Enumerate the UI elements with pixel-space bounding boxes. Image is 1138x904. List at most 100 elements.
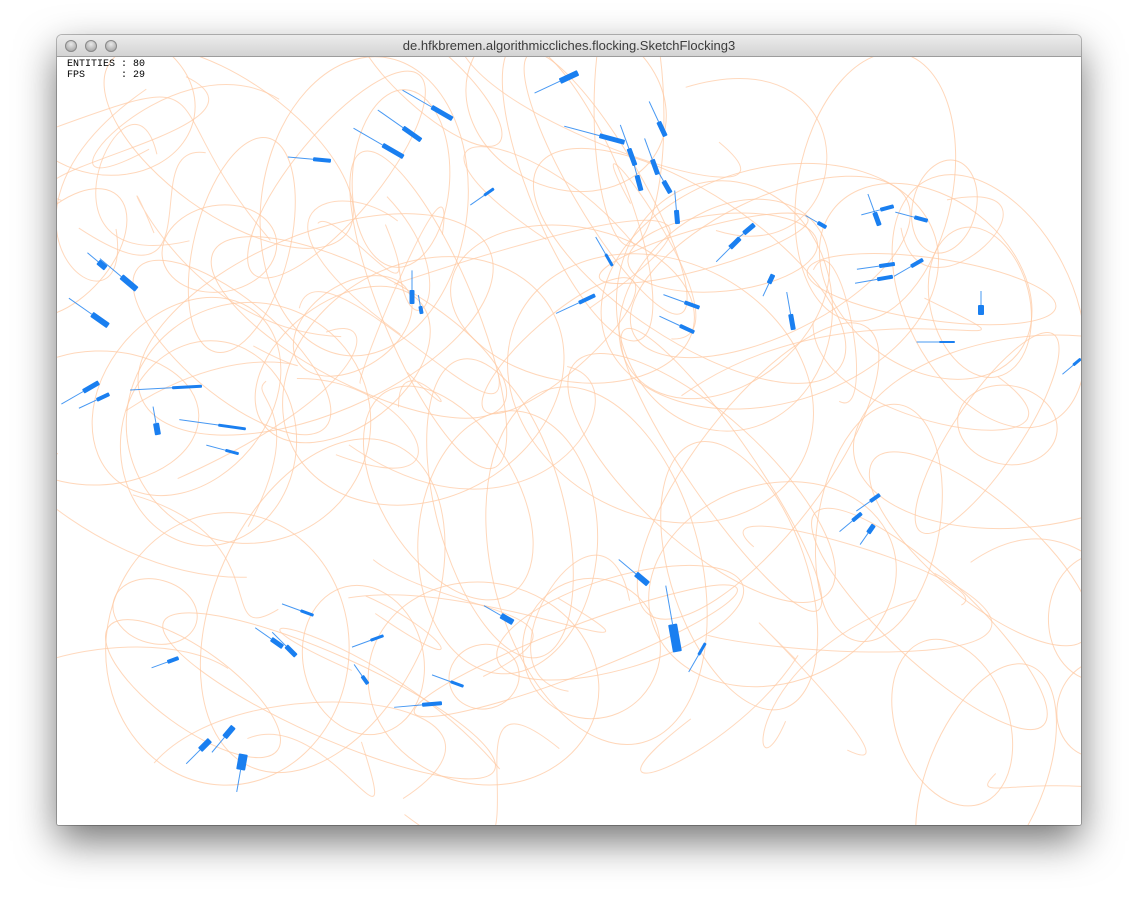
stats-overlay: ENTITIES : 80 FPS : 29 (67, 59, 146, 81)
trail-path (136, 195, 342, 338)
trail-loop (162, 612, 496, 780)
trail-path (57, 96, 271, 241)
boid (151, 656, 180, 669)
boid (206, 444, 239, 456)
trail-path (125, 345, 298, 412)
trail-loop (636, 322, 880, 620)
boid (856, 262, 896, 270)
boid (236, 753, 248, 793)
trail-loop (187, 137, 296, 353)
trail-path (397, 372, 442, 408)
boid (978, 291, 984, 315)
boid (377, 109, 423, 142)
fps-value: 29 (133, 70, 146, 81)
trail-loop (367, 581, 600, 786)
trail-loop (523, 57, 688, 315)
trail-loop (210, 236, 508, 419)
boid-layer (61, 70, 1081, 793)
trail-path (57, 646, 229, 669)
trail-loop (105, 512, 350, 786)
trail-path (404, 723, 560, 825)
trail-path (95, 124, 190, 247)
boid (179, 419, 246, 431)
trail-loop (868, 451, 1081, 647)
boid (1062, 358, 1081, 375)
trail-loop (532, 147, 847, 384)
trail-path (987, 773, 1081, 789)
trail-loop (247, 70, 426, 279)
boid (409, 270, 415, 304)
window-title: de.hfkbremen.algorithmiccliches.flocking… (402, 38, 736, 53)
boid (619, 124, 638, 167)
trail-loop (254, 285, 431, 444)
trail-path (247, 733, 376, 797)
trail-path (742, 525, 966, 606)
trail-path (365, 595, 442, 651)
trail-loop (353, 57, 503, 147)
trail-path (640, 655, 799, 774)
trail-loop (91, 296, 282, 497)
boid (351, 634, 384, 648)
trail-loop (891, 638, 1014, 807)
fps-label: FPS (67, 70, 86, 81)
boid (534, 70, 580, 94)
boid (87, 252, 108, 271)
boid (394, 701, 443, 708)
trail-loop (292, 275, 413, 377)
trail-loop (852, 334, 1081, 530)
boid (68, 297, 110, 328)
boid (353, 664, 370, 685)
boid (595, 236, 614, 267)
trail-loop (351, 89, 451, 268)
trail-path (359, 206, 445, 384)
boid (78, 392, 110, 409)
trail-loop (600, 162, 939, 410)
trail-path (465, 57, 741, 178)
boid (893, 258, 924, 277)
boid (673, 190, 681, 225)
trail-loop (105, 619, 281, 759)
trail-loop (911, 159, 978, 254)
title-bar[interactable]: de.hfkbremen.algorithmiccliches.flocking… (57, 35, 1081, 57)
boid (916, 341, 955, 343)
trail-loop (618, 198, 831, 400)
trail-loop (891, 174, 1081, 429)
trail-path (247, 380, 278, 527)
boid (185, 738, 212, 765)
trail-loop (57, 188, 128, 318)
flocking-scene (57, 57, 1081, 825)
trail-loop (818, 182, 1033, 380)
boid (431, 674, 464, 688)
trail-loop (660, 441, 819, 711)
trail-loop (814, 403, 943, 643)
trail-layer (57, 57, 1081, 825)
trail-loop (806, 253, 1057, 326)
boid (618, 559, 650, 587)
trail-loop (448, 643, 520, 710)
entities-label: ENTITIES (67, 59, 116, 70)
boid (859, 523, 876, 545)
trail-loop (501, 57, 654, 342)
app-window: de.hfkbremen.algorithmiccliches.flocking… (57, 35, 1081, 825)
boid (99, 258, 139, 292)
boid (728, 222, 756, 247)
trail-path (970, 538, 1081, 563)
trail-path (758, 622, 867, 756)
entities-value: 80 (133, 59, 146, 70)
trail-path (57, 88, 147, 282)
trail-loop (57, 350, 200, 486)
boid (839, 512, 863, 533)
boid (762, 273, 776, 297)
boid (854, 274, 894, 284)
trail-path (132, 494, 279, 619)
trail-path (153, 701, 447, 800)
trail-loop (811, 507, 1048, 731)
trail-loop (627, 212, 818, 293)
sketch-canvas[interactable]: ENTITIES : 80 FPS : 29 (57, 57, 1081, 825)
boid (555, 293, 596, 314)
trail-path (707, 572, 993, 653)
boid (152, 406, 161, 436)
boid (648, 101, 668, 137)
boid (659, 315, 695, 334)
trail-loop (620, 327, 823, 612)
